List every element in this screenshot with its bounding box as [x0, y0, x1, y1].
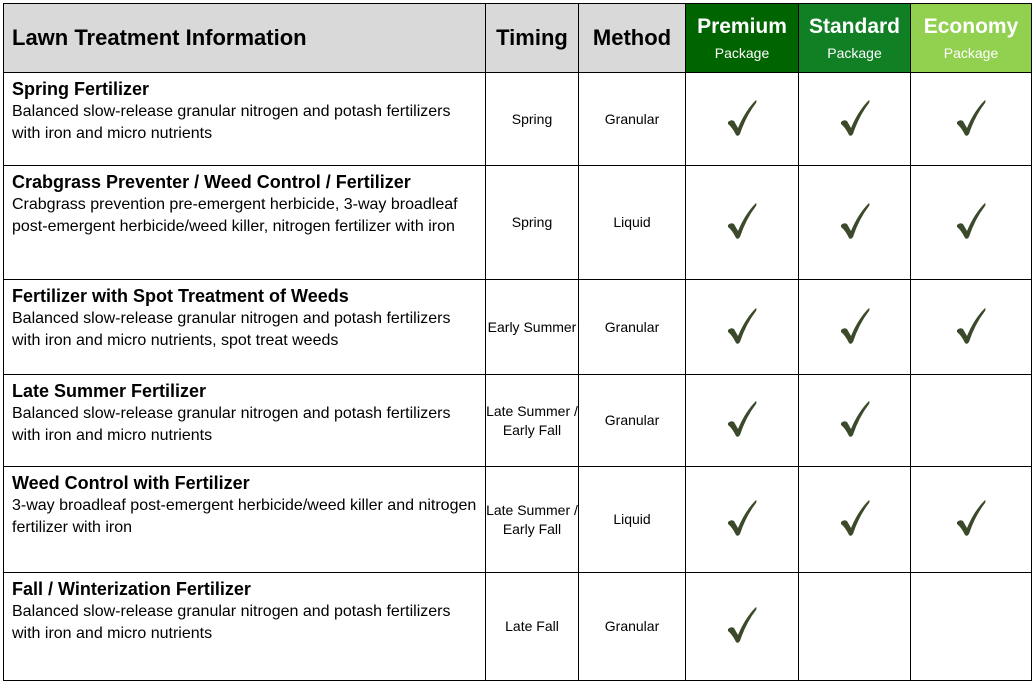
- premium-included-cell: [685, 279, 799, 375]
- treatment-title: Late Summer Fertilizer: [12, 381, 207, 401]
- header-economy-package: Economy Package: [910, 3, 1032, 73]
- package-label: Package: [943, 45, 999, 61]
- check-mark-icon: [728, 99, 757, 136]
- check-mark-icon: [728, 203, 757, 239]
- method-cell: Granular: [578, 374, 686, 467]
- check-mark-icon: [728, 607, 757, 643]
- treatment-title: Fall / Winterization Fertilizer: [12, 579, 251, 599]
- method-cell: Granular: [578, 572, 686, 681]
- check-mark-icon: [840, 401, 869, 437]
- economy-included-cell: [910, 572, 1032, 681]
- treatment-description: Balanced slow-release granular nitrogen …: [12, 405, 451, 444]
- check-mark-icon: [957, 99, 986, 136]
- standard-included-cell: [798, 72, 911, 166]
- treatment-description: Balanced slow-release granular nitrogen …: [12, 603, 451, 642]
- header-timing: Timing: [485, 3, 579, 73]
- premium-included-cell: [685, 572, 799, 681]
- timing-cell: Early Summer: [485, 279, 579, 375]
- premium-included-cell: [685, 466, 799, 573]
- header-row: Lawn Treatment Information Timing Method…: [3, 3, 1032, 73]
- treatment-info-cell: Spring Fertilizer Balanced slow-release g…: [3, 72, 486, 166]
- timing-cell: Spring: [485, 72, 579, 166]
- premium-included-cell: [685, 374, 799, 467]
- treatment-description: 3-way broadleaf post-emergent herbicide/…: [12, 497, 477, 536]
- standard-included-cell: [798, 165, 911, 280]
- check-mark-icon: [957, 203, 986, 239]
- treatment-info-cell: Fertilizer with Spot Treatment of Weeds B…: [3, 279, 486, 375]
- check-mark-icon: [728, 401, 757, 437]
- table-row: Spring Fertilizer Balanced slow-release g…: [3, 72, 1032, 166]
- treatment-description: Crabgrass prevention pre-emergent herbic…: [12, 196, 458, 235]
- check-mark-icon: [957, 500, 986, 536]
- premium-included-cell: [685, 165, 799, 280]
- treatment-description: Balanced slow-release granular nitrogen …: [12, 310, 451, 349]
- treatment-info-cell: Late Summer Fertilizer Balanced slow-rele…: [3, 374, 486, 467]
- treatment-title: Weed Control with Fertilizer: [12, 473, 250, 493]
- table-row: Fertilizer with Spot Treatment of Weeds B…: [3, 279, 1032, 375]
- method-cell: Granular: [578, 72, 686, 166]
- standard-included-cell: [798, 466, 911, 573]
- treatment-title: Spring Fertilizer: [12, 79, 150, 99]
- economy-included-cell: [910, 165, 1032, 280]
- header-standard-package: Standard Package: [798, 3, 911, 73]
- timing-cell: Late Summer / Early Fall: [485, 466, 579, 573]
- method-cell: Granular: [578, 279, 686, 375]
- header-method: Method: [578, 3, 686, 73]
- economy-included-cell: [910, 374, 1032, 467]
- treatment-title: Fertilizer with Spot Treatment of Weeds: [12, 286, 349, 306]
- header-premium-package: Premium Package: [685, 3, 799, 73]
- package-name: Standard: [808, 15, 900, 38]
- treatment-info-cell: Fall / Winterization Fertilizer Balanced …: [3, 572, 486, 681]
- economy-included-cell: [910, 279, 1032, 375]
- check-mark-icon: [728, 307, 757, 344]
- lawn-treatment-table: Lawn Treatment Information Timing Method…: [3, 3, 1032, 681]
- table-row: Crabgrass Preventer / Weed Control / Fer…: [3, 165, 1032, 280]
- table-row: Fall / Winterization Fertilizer Balanced …: [3, 572, 1032, 681]
- check-mark-icon: [957, 307, 986, 344]
- treatment-info-cell: Crabgrass Preventer / Weed Control / Fer…: [3, 165, 486, 280]
- timing-cell: Spring: [485, 165, 579, 280]
- check-mark-icon: [840, 500, 869, 536]
- timing-cell: Late Fall: [485, 572, 579, 681]
- table-row: Weed Control with Fertilizer 3-way broadl…: [3, 466, 1032, 573]
- package-name: Economy: [923, 15, 1019, 38]
- treatment-description: Balanced slow-release granular nitrogen …: [12, 103, 451, 142]
- premium-included-cell: [685, 72, 799, 166]
- check-mark-icon: [728, 500, 757, 536]
- treatment-info-cell: Weed Control with Fertilizer 3-way broadl…: [3, 466, 486, 573]
- package-label: Package: [827, 45, 882, 61]
- economy-included-cell: [910, 72, 1032, 166]
- standard-included-cell: [798, 374, 911, 467]
- check-mark-icon: [840, 99, 869, 136]
- header-info: Lawn Treatment Information: [3, 3, 486, 73]
- table-row: Late Summer Fertilizer Balanced slow-rele…: [3, 374, 1032, 467]
- check-mark-icon: [840, 307, 869, 344]
- method-cell: Liquid: [578, 466, 686, 573]
- method-cell: Liquid: [578, 165, 686, 280]
- standard-included-cell: [798, 572, 911, 681]
- check-mark-icon: [840, 203, 869, 239]
- economy-included-cell: [910, 466, 1032, 573]
- package-name: Premium: [697, 15, 787, 38]
- timing-cell: Late Summer / Early Fall: [485, 374, 579, 467]
- standard-included-cell: [798, 279, 911, 375]
- treatment-title: Crabgrass Preventer / Weed Control / Fer…: [12, 172, 411, 192]
- package-label: Package: [714, 45, 770, 61]
